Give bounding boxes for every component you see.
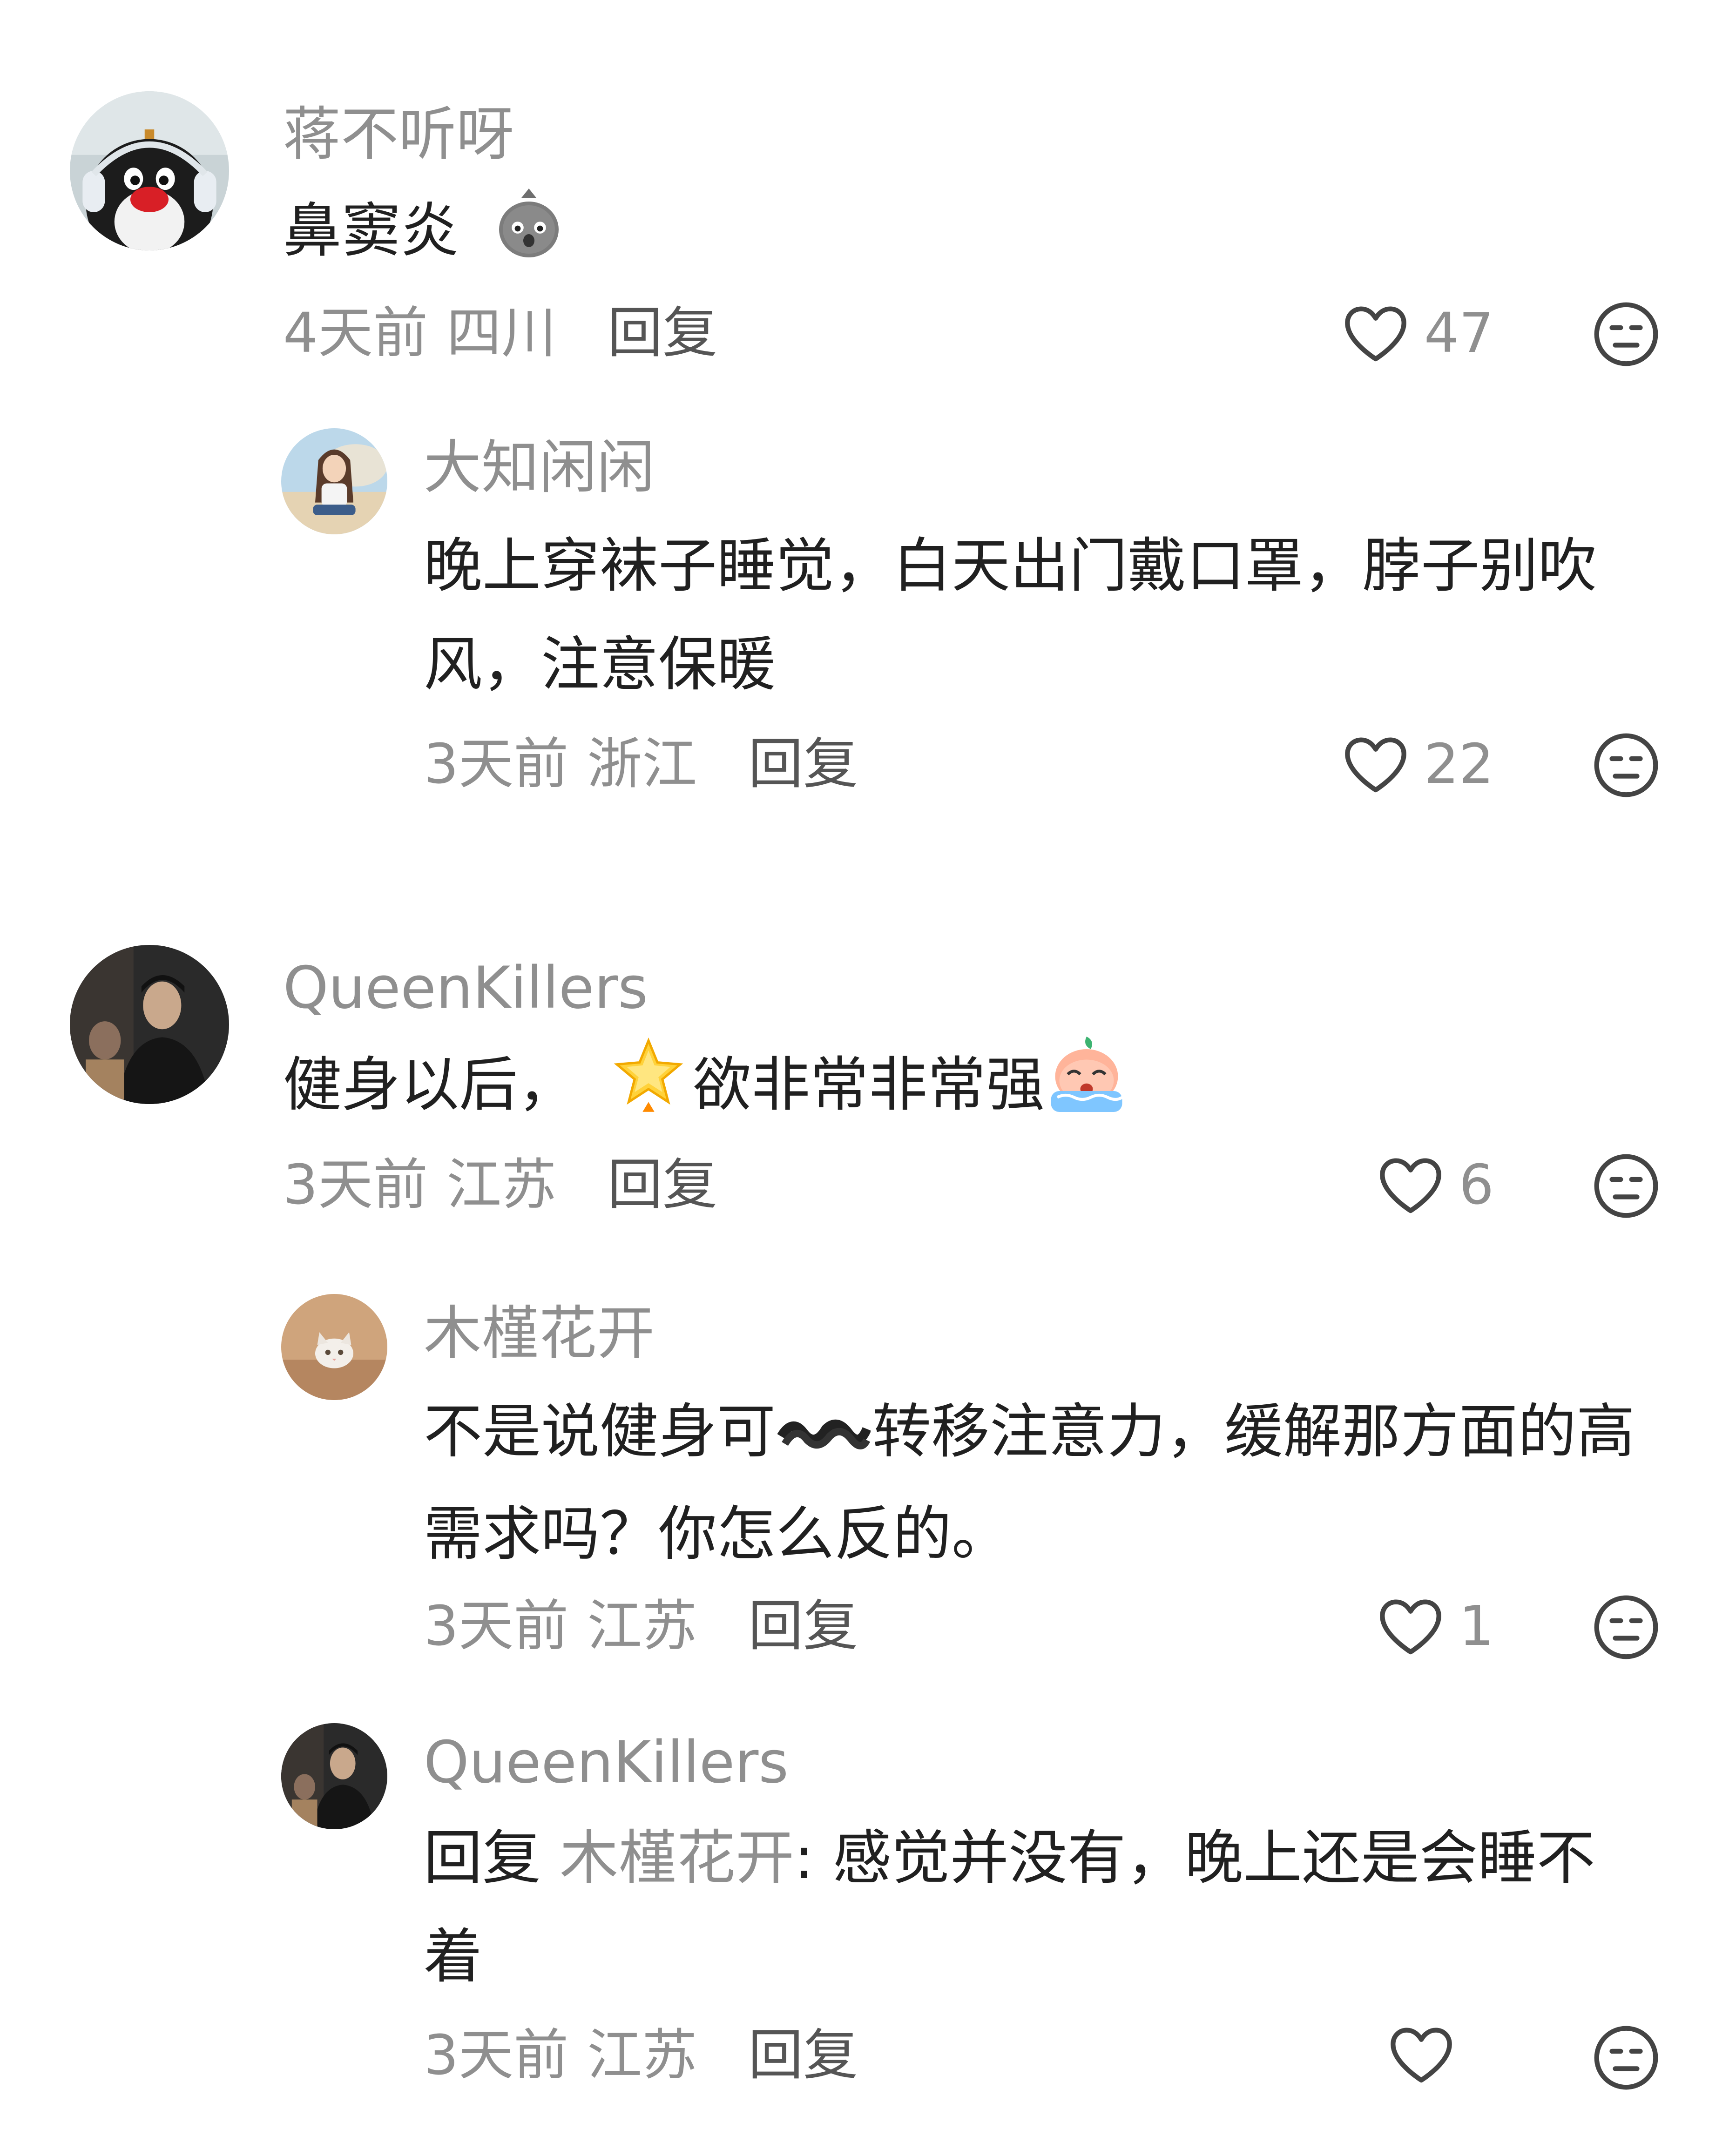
comment-text-part2: 欲非常非常强: [693, 1051, 1045, 1119]
dislike-button[interactable]: [1591, 1592, 1661, 1662]
penguin-headphones-avatar-icon: [70, 91, 229, 250]
reply-meta: 3天前 浙江 回复: [424, 729, 858, 799]
like-count: 22: [1424, 732, 1494, 796]
cat-avatar-icon: [281, 1294, 387, 1400]
avatar[interactable]: [70, 945, 229, 1104]
comment-username[interactable]: QueenKillers: [283, 953, 648, 1023]
comment-text-part1: 健身以后，: [283, 1051, 576, 1119]
like-button[interactable]: 22: [1340, 729, 1494, 799]
reply-time: 3天前: [424, 1594, 569, 1658]
comment-text: 健身以后， 欲非常非常强: [283, 1032, 1633, 1145]
dislike-button[interactable]: [1591, 1151, 1661, 1221]
meh-face-icon[interactable]: [1591, 2023, 1661, 2093]
reply-text: 回复 木槿花开: 感觉并没有，晚上还是会睡不 着: [424, 1809, 1681, 2006]
heart-outline-icon[interactable]: [1375, 1593, 1446, 1658]
censor-scribble-icon: [777, 1386, 871, 1485]
comment-location: 江苏: [446, 1152, 557, 1217]
like-button[interactable]: 1: [1375, 1591, 1494, 1661]
dislike-button[interactable]: [1591, 730, 1661, 800]
reply-text-line2: 需求吗？你怎么反的。: [424, 1500, 1010, 1569]
sack-emoji-icon: [492, 181, 566, 289]
reply-location: 江苏: [587, 1594, 697, 1658]
reply-username[interactable]: 大知闲闲: [424, 433, 655, 503]
reply-mention[interactable]: 木槿花开: [560, 1824, 794, 1892]
reply-text-line1: : 感觉并没有，晚上还是会睡不: [794, 1824, 1595, 1892]
like-count: 47: [1424, 301, 1494, 365]
meh-face-icon[interactable]: [1591, 730, 1661, 800]
like-button[interactable]: 47: [1340, 298, 1494, 368]
reply-time: 3天前: [424, 2023, 569, 2087]
reply-text: 不是说健身可 转移注意力，缓解那方面的高 需求吗？你怎么反的。: [424, 1382, 1681, 1583]
heart-outline-icon[interactable]: [1340, 731, 1411, 796]
reply-prefix: 回复: [424, 1824, 541, 1892]
crying-peach-emoji-icon: [1045, 1032, 1128, 1145]
heart-outline-icon[interactable]: [1340, 300, 1411, 365]
reply-button[interactable]: 回复: [748, 1594, 858, 1658]
reply-button[interactable]: 回复: [608, 301, 717, 365]
reply-meta: 3天前 江苏 回复: [424, 2020, 858, 2090]
like-count: 6: [1459, 1152, 1494, 1217]
reply-button[interactable]: 回复: [748, 2023, 858, 2087]
avatar[interactable]: [281, 1294, 387, 1400]
meh-face-icon[interactable]: [1591, 1151, 1661, 1221]
heart-outline-icon[interactable]: [1386, 2021, 1457, 2087]
comment-text-body: 鼻窦炎: [283, 196, 459, 265]
reply-time: 3天前: [424, 732, 569, 796]
like-button[interactable]: [1386, 2021, 1457, 2087]
dislike-button[interactable]: [1591, 299, 1661, 369]
reply-button[interactable]: 回复: [608, 1152, 717, 1217]
comment-meta: 4天前 四川 回复: [283, 298, 717, 368]
reply-username[interactable]: QueenKillers: [424, 1728, 789, 1798]
reply-username[interactable]: 木槿花开: [424, 1299, 655, 1368]
reply-button[interactable]: 回复: [748, 732, 858, 796]
heart-outline-icon[interactable]: [1375, 1152, 1446, 1217]
avatar[interactable]: [281, 1723, 387, 1829]
comment-username[interactable]: 蒋不听呀: [283, 100, 514, 169]
meh-face-icon[interactable]: [1591, 299, 1661, 369]
reply-text-line2: 着: [424, 1922, 482, 1991]
reply-location: 浙江: [587, 732, 697, 796]
comment-location: 四川: [446, 301, 557, 365]
star-emoji-icon: [609, 1035, 688, 1143]
like-count: 1: [1459, 1594, 1494, 1658]
reply-text: 晚上穿袜子睡觉，白天出门戴口罩，脖子别吹风，注意保暖: [424, 517, 1671, 714]
dislike-button[interactable]: [1591, 2023, 1661, 2093]
reply-text-body: 晚上穿袜子睡觉，白天出门戴口罩，脖子别吹风，注意保暖: [424, 532, 1597, 699]
man-photo-avatar-icon: [281, 1723, 387, 1829]
man-photo-avatar-icon: [70, 945, 229, 1104]
like-button[interactable]: 6: [1375, 1150, 1494, 1219]
avatar[interactable]: [70, 91, 229, 250]
reply-location: 江苏: [587, 2023, 697, 2087]
comment-meta: 3天前 江苏 回复: [283, 1150, 717, 1219]
reply-meta: 3天前 江苏 回复: [424, 1591, 858, 1661]
reply-text-part2: 转移注意力，缓解那方面的高: [872, 1397, 1635, 1466]
avatar[interactable]: [281, 428, 387, 534]
comment-time: 3天前: [283, 1152, 428, 1217]
meh-face-icon[interactable]: [1591, 1592, 1661, 1662]
comment-text: 鼻窦炎: [283, 181, 1633, 289]
anime-girl-avatar-icon: [281, 428, 387, 534]
reply-text-part1: 不是说健身可: [424, 1397, 776, 1466]
comment-time: 4天前: [283, 301, 428, 365]
